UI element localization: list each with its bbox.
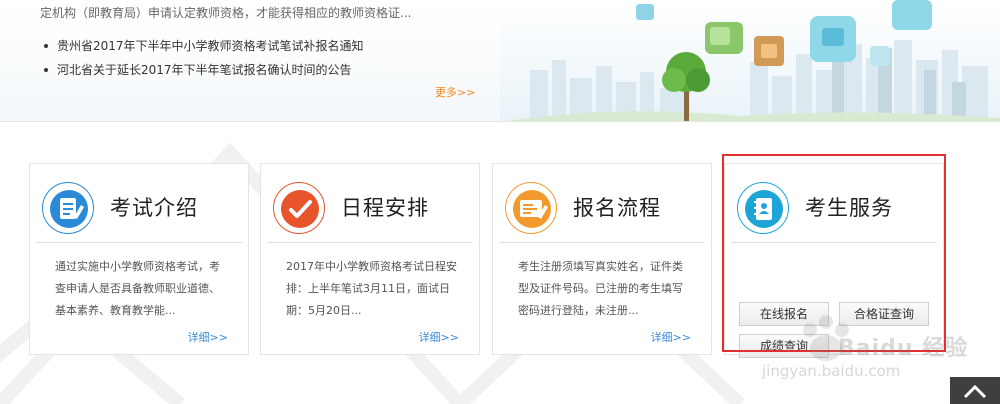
- back-to-top-button[interactable]: [950, 377, 1000, 404]
- news-title: 贵州省2017年下半年中小学教师资格考试笔试补报名通知: [57, 39, 364, 53]
- card-description: 2017年中小学教师资格考试日程安排：上半年笔试3月11日，面试日期：5月20日…: [286, 260, 457, 317]
- bullet-icon: [44, 43, 48, 48]
- registration-process-card: 报名流程 考生注册须填写真实姓名，证件类型及证件号码。已注册的考生填写密码进行登…: [492, 163, 712, 355]
- card-header: 日程安排: [261, 164, 479, 242]
- bullet-icon: [44, 67, 48, 72]
- card-header: 考试介绍: [30, 164, 248, 242]
- watermark-brand: Baidu 经验: [838, 336, 969, 361]
- detail-link[interactable]: 详细>>: [651, 329, 691, 345]
- more-link[interactable]: 更多>>: [435, 84, 475, 100]
- divider: [499, 242, 705, 243]
- news-item[interactable]: 贵州省2017年下半年中小学教师资格考试笔试补报名通知: [40, 38, 364, 62]
- chevron-up-icon: [963, 384, 987, 399]
- card-title: 考试介绍: [110, 196, 198, 220]
- watermark-url: jingyan.baidu.com: [762, 362, 901, 380]
- intro-text: 定机构（即教育局）申请认定教师资格，才能获得相应的教师资格证...: [40, 6, 412, 20]
- exam-intro-card: 考试介绍 通过实施中小学教师资格考试，考查申请人是否具备教师职业道德、基本素养、…: [29, 163, 249, 355]
- divider: [267, 242, 473, 243]
- detail-link[interactable]: 详细>>: [188, 329, 228, 345]
- registration-form-icon: [505, 182, 557, 234]
- schedule-card: 日程安排 2017年中小学教师资格考试日程安排：上半年笔试3月11日，面试日期：…: [260, 163, 480, 355]
- news-item[interactable]: 河北省关于延长2017年下半年笔试报名确认时间的公告: [40, 62, 364, 86]
- checkmark-icon: [273, 182, 325, 234]
- card-description: 考生注册须填写真实姓名，证件类型及证件号码。已注册的考生填写密码进行登陆，未注册…: [518, 260, 683, 317]
- document-edit-icon: [42, 182, 94, 234]
- card-header: 报名流程: [493, 164, 711, 242]
- card-description: 通过实施中小学教师资格考试，考查申请人是否具备教师职业道德、基本素养、教育教学能…: [55, 260, 220, 317]
- news-title: 河北省关于延长2017年下半年笔试报名确认时间的公告: [57, 63, 352, 77]
- city-illustration: [500, 0, 1000, 121]
- card-title: 报名流程: [573, 196, 661, 220]
- divider: [36, 242, 242, 243]
- card-title: 日程安排: [341, 196, 429, 220]
- news-list: 贵州省2017年下半年中小学教师资格考试笔试补报名通知 河北省关于延长2017年…: [40, 38, 364, 86]
- news-banner: 定机构（即教育局）申请认定教师资格，才能获得相应的教师资格证... 贵州省201…: [0, 0, 1000, 122]
- detail-link[interactable]: 详细>>: [419, 329, 459, 345]
